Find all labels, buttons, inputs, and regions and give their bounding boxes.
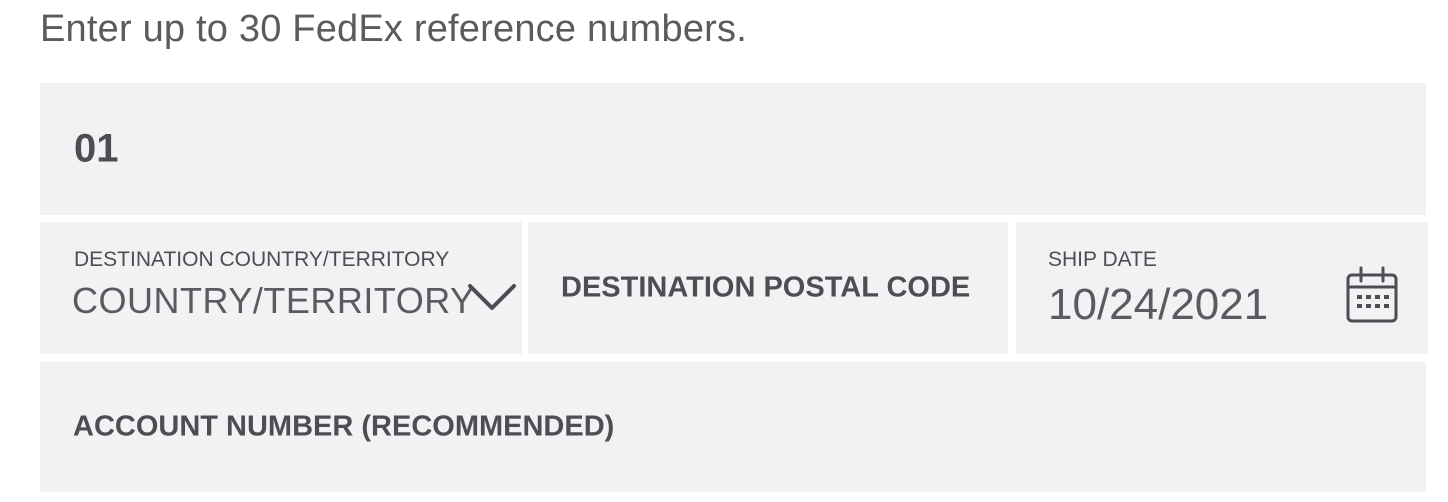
account-number-input[interactable]: ACCOUNT NUMBER (RECOMMENDED) bbox=[40, 362, 1426, 492]
instructions-text: Enter up to 30 FedEx reference numbers. bbox=[40, 8, 747, 50]
reference-number-value: 01 bbox=[74, 126, 119, 171]
ship-date-input[interactable]: SHIP DATE 10/24/2021 bbox=[1016, 222, 1428, 354]
chevron-down-icon[interactable] bbox=[466, 282, 518, 312]
ship-date-label: SHIP DATE bbox=[1048, 248, 1157, 271]
destination-country-label: DESTINATION COUNTRY/TERRITORY bbox=[74, 248, 450, 271]
calendar-icon[interactable] bbox=[1345, 265, 1399, 325]
ship-date-value: 10/24/2021 bbox=[1048, 280, 1269, 329]
destination-postal-code-label: DESTINATION POSTAL CODE bbox=[561, 271, 971, 304]
reference-search-form: Enter up to 30 FedEx reference numbers. … bbox=[0, 0, 1448, 502]
destination-country-value: COUNTRY/TERRITORY bbox=[72, 280, 475, 321]
destination-country-select[interactable]: DESTINATION COUNTRY/TERRITORY COUNTRY/TE… bbox=[40, 222, 522, 354]
account-number-label: ACCOUNT NUMBER (RECOMMENDED) bbox=[73, 410, 615, 443]
destination-postal-code-input[interactable]: DESTINATION POSTAL CODE bbox=[528, 222, 1008, 354]
reference-number-input[interactable]: 01 bbox=[40, 83, 1426, 215]
